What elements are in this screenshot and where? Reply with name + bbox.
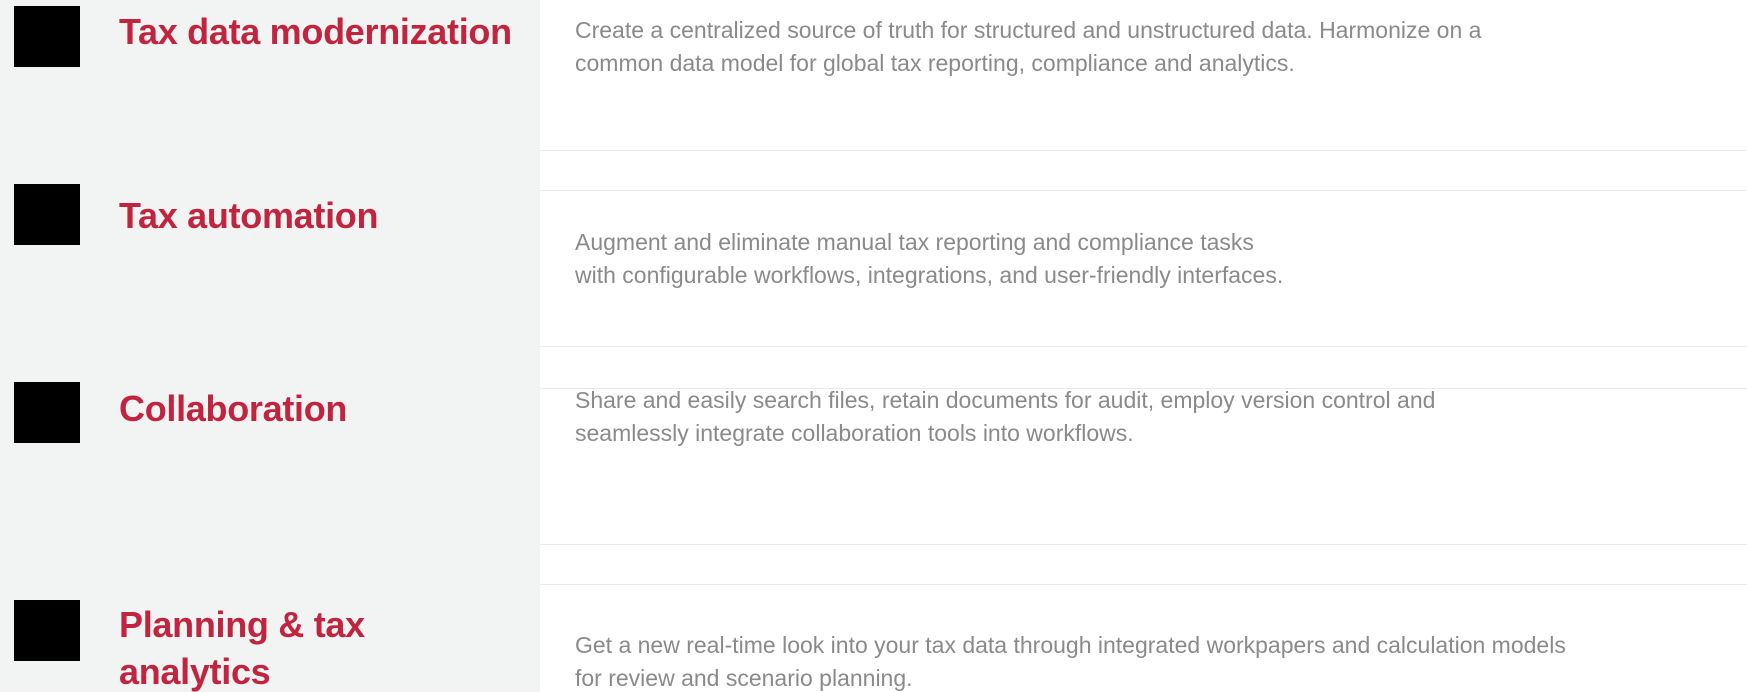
description-line: common data model for global tax reporti… (575, 50, 1295, 76)
description-line: Augment and eliminate manual tax reporti… (575, 229, 1254, 255)
row-divider (540, 346, 1747, 347)
black-square-icon (14, 382, 80, 443)
row-description: Get a new real-time look into your tax d… (575, 629, 1735, 692)
row-title: Collaboration (119, 388, 348, 429)
row-divider (540, 150, 1747, 151)
description-line: seamlessly integrate collaboration tools… (575, 420, 1134, 446)
row-divider (540, 584, 1747, 585)
black-square-icon (14, 6, 80, 67)
description-line: Share and easily search files, retain do… (575, 387, 1436, 413)
black-square-icon (14, 184, 80, 245)
row-description: Create a centralized source of truth for… (575, 14, 1735, 80)
page: Tax data modernization Create a centrali… (0, 0, 1747, 692)
row-title: Tax data modernization (119, 11, 512, 52)
row-title: Planning & tax analytics (119, 604, 365, 692)
row-description: Share and easily search files, retain do… (575, 384, 1735, 450)
description-line: with configurable workflows, integration… (575, 262, 1284, 288)
row-title: Tax automation (119, 195, 379, 236)
description-line: for review and scenario planning. (575, 665, 913, 691)
row-divider (540, 190, 1747, 191)
description-line: Create a centralized source of truth for… (575, 17, 1482, 43)
black-square-icon (14, 600, 80, 661)
left-panel (0, 0, 540, 692)
row-description: Augment and eliminate manual tax reporti… (575, 226, 1735, 292)
row-divider (540, 544, 1747, 545)
description-line: Get a new real-time look into your tax d… (575, 632, 1566, 658)
